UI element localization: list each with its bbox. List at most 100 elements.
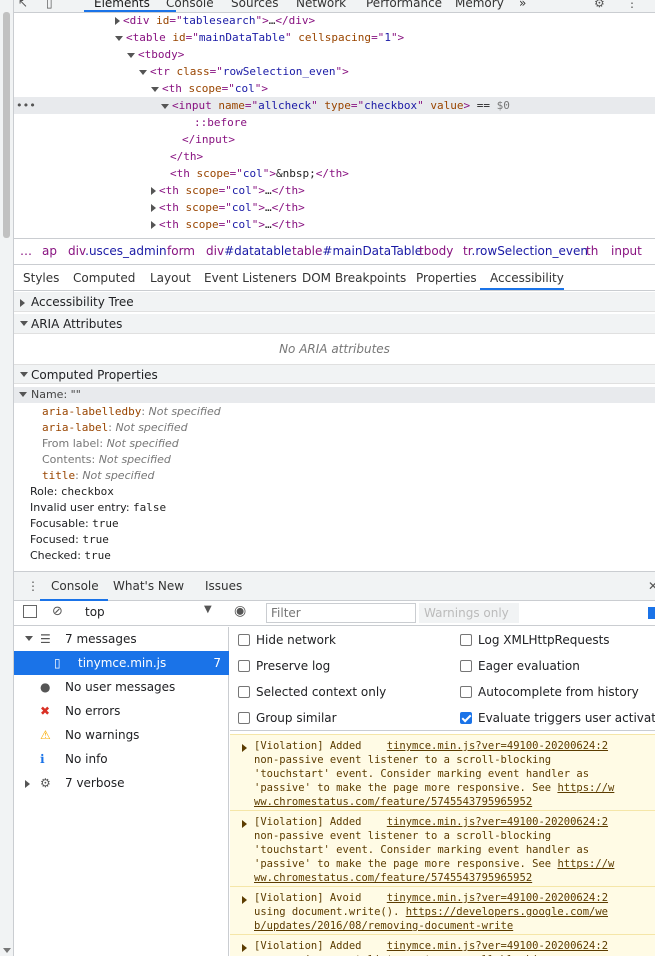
- console-sidebar-item[interactable]: ℹ No info: [14, 747, 229, 771]
- gear-icon[interactable]: ⚙: [594, 0, 605, 10]
- dom-node-line[interactable]: <th scope="col">…</th>: [151, 199, 305, 216]
- inspect-element-icon[interactable]: ↖: [18, 0, 28, 10]
- collapse-node-icon[interactable]: [151, 86, 159, 92]
- tab-network[interactable]: Network: [296, 0, 346, 10]
- breadcrumb-item[interactable]: ap: [42, 244, 57, 258]
- message-doc-link[interactable]: https://w: [557, 858, 614, 870]
- expand-message-icon[interactable]: [242, 944, 247, 952]
- tab-sources[interactable]: Sources: [231, 0, 278, 10]
- dom-node-line[interactable]: ::before: [194, 114, 247, 131]
- drawer-menu-icon[interactable]: ⋮: [27, 579, 39, 593]
- breadcrumb-item[interactable]: tr.rowSelection_even: [463, 244, 588, 258]
- message-doc-link[interactable]: https://developers.google.com/we: [406, 906, 608, 918]
- scroll-down-arrow-icon[interactable]: [3, 948, 11, 953]
- sidebar-toggle-icon[interactable]: [23, 605, 37, 618]
- message-source-link[interactable]: tinymce.min.js?ver=49100-20200624:2: [387, 940, 608, 952]
- name-row[interactable]: Name: "": [14, 387, 655, 403]
- tab-properties[interactable]: Properties: [416, 271, 477, 285]
- aria-attributes-header[interactable]: ARIA Attributes: [14, 314, 655, 334]
- expand-message-icon[interactable]: [242, 820, 247, 828]
- dom-node-line[interactable]: </th>: [170, 148, 203, 165]
- breadcrumb-item[interactable]: input: [611, 244, 642, 258]
- checkbox[interactable]: [238, 660, 250, 672]
- expand-node-icon[interactable]: [115, 17, 120, 25]
- more-tabs-button[interactable]: »: [519, 0, 526, 10]
- drawer-tab-issues[interactable]: Issues: [205, 579, 242, 593]
- message-doc-link[interactable]: https://w: [557, 782, 614, 794]
- tab-dom-breakpoints[interactable]: DOM Breakpoints: [302, 271, 406, 285]
- dom-node-line[interactable]: <tbody>: [127, 46, 184, 63]
- console-sidebar-item[interactable]: ⚠ No warnings: [14, 723, 229, 747]
- violation-message[interactable]: [Violation] Avoid tinymce.min.js?ver=491…: [230, 886, 655, 937]
- node-ellipsis-icon[interactable]: •••: [16, 97, 36, 114]
- dom-node-line[interactable]: <table id="mainDataTable" cellspacing="1…: [115, 29, 404, 46]
- expand-node-icon[interactable]: [151, 187, 156, 195]
- checkbox[interactable]: [460, 660, 472, 672]
- dom-node-line[interactable]: <th scope="col">&nbsp;</th>: [170, 165, 349, 182]
- breadcrumb-item[interactable]: …: [20, 244, 32, 258]
- more-options-icon[interactable]: ⋮: [626, 0, 638, 10]
- device-toolbar-icon[interactable]: ▯: [46, 0, 53, 10]
- console-setting-checkbox[interactable]: Evaluate triggers user activation: [460, 711, 655, 725]
- dom-node-line[interactable]: <th scope="col">: [151, 80, 268, 97]
- accessibility-tree-header[interactable]: Accessibility Tree: [14, 292, 655, 312]
- collapse-node-icon[interactable]: [139, 69, 147, 75]
- tab-layout[interactable]: Layout: [150, 271, 191, 285]
- collapse-node-icon[interactable]: [115, 35, 123, 41]
- tab-accessibility[interactable]: Accessibility: [490, 271, 564, 285]
- tab-performance[interactable]: Performance: [366, 0, 442, 10]
- console-setting-checkbox[interactable]: Autocomplete from history: [460, 685, 639, 699]
- tab-event-listeners[interactable]: Event Listeners: [204, 271, 297, 285]
- dom-node-line[interactable]: <div id="tablesearch">…</div>: [115, 13, 315, 29]
- expand-node-icon[interactable]: [151, 221, 156, 229]
- dom-node-line[interactable]: <tr class="rowSelection_even">: [139, 63, 349, 80]
- console-setting-checkbox[interactable]: Preserve log: [238, 659, 330, 673]
- computed-properties-header[interactable]: Computed Properties: [14, 364, 655, 384]
- console-setting-checkbox[interactable]: Selected context only: [238, 685, 386, 699]
- breadcrumb-item[interactable]: form: [167, 244, 195, 258]
- context-dropdown-icon[interactable]: ▼: [204, 604, 212, 615]
- tab-console[interactable]: Console: [166, 0, 214, 10]
- scrollbar-thumb[interactable]: [3, 12, 10, 238]
- log-levels-dropdown[interactable]: Warnings only ▼: [419, 603, 519, 640]
- message-doc-link[interactable]: ww.chromestatus.com/feature/574554379596…: [254, 796, 532, 808]
- violation-message[interactable]: [Violation] Added tinymce.min.js?ver=491…: [230, 734, 655, 813]
- message-source-link[interactable]: tinymce.min.js?ver=49100-20200624:2: [387, 740, 608, 752]
- settings-icon[interactable]: [648, 607, 655, 619]
- checkbox[interactable]: [460, 634, 472, 646]
- dom-node-line[interactable]: </input>: [182, 131, 235, 148]
- collapse-node-icon[interactable]: [127, 52, 135, 58]
- drawer-tab-console[interactable]: Console: [51, 579, 99, 593]
- dom-node-line[interactable]: <th scope="col">…</th>: [151, 182, 305, 199]
- tab-styles[interactable]: Styles: [23, 271, 59, 285]
- eye-icon[interactable]: ◉: [234, 603, 246, 619]
- tab-computed[interactable]: Computed: [73, 271, 135, 285]
- console-setting-checkbox[interactable]: Group similar: [238, 711, 337, 725]
- console-sidebar-item[interactable]: ✖ No errors: [14, 699, 229, 723]
- checkbox[interactable]: [460, 712, 472, 724]
- checkbox[interactable]: [238, 712, 250, 724]
- breadcrumb-item[interactable]: div#datatable: [206, 244, 292, 258]
- console-sidebar-item[interactable]: ☰ 7 messages: [14, 627, 229, 651]
- drawer-tab-whats-new[interactable]: What's New: [113, 579, 184, 593]
- console-sidebar-item[interactable]: ▯ tinymce.min.js 7: [14, 651, 229, 675]
- clear-console-icon[interactable]: ⊘: [52, 604, 63, 619]
- collapse-node-icon[interactable]: [161, 103, 169, 109]
- console-setting-checkbox[interactable]: Hide network: [238, 633, 336, 647]
- breadcrumb-item[interactable]: th: [586, 244, 598, 258]
- tab-elements[interactable]: Elements: [94, 0, 150, 10]
- breadcrumb-item[interactable]: div.usces_admin: [68, 244, 167, 258]
- message-doc-link[interactable]: ww.chromestatus.com/feature/574554379596…: [254, 872, 532, 884]
- tab-memory[interactable]: Memory: [455, 0, 504, 10]
- console-sidebar-item[interactable]: ⚙ 7 verbose: [14, 771, 229, 795]
- close-drawer-icon[interactable]: ✕: [648, 579, 655, 593]
- dom-node-line[interactable]: <th scope="col">…</th>: [151, 216, 305, 233]
- context-selector[interactable]: top: [85, 605, 105, 619]
- filter-input[interactable]: [266, 603, 416, 623]
- breadcrumb-item[interactable]: table#mainDataTable: [292, 244, 422, 258]
- violation-message[interactable]: [Violation] Added tinymce.min.js?ver=491…: [230, 810, 655, 889]
- checkbox[interactable]: [238, 686, 250, 698]
- breadcrumb-item[interactable]: tbody: [419, 244, 453, 258]
- console-setting-checkbox[interactable]: Eager evaluation: [460, 659, 580, 673]
- checkbox[interactable]: [238, 634, 250, 646]
